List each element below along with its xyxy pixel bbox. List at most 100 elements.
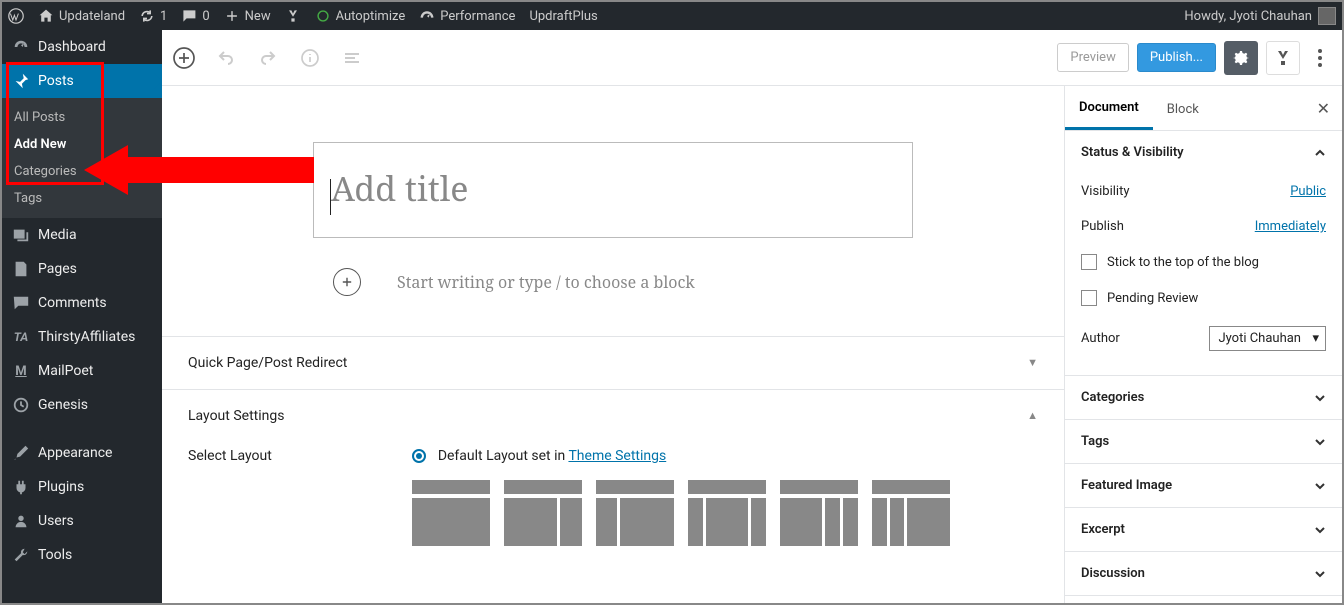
status-visibility-toggle[interactable]: Status & Visibility [1065,131,1342,174]
layout-option-1[interactable] [412,480,490,546]
site-name-label: Updateland [59,9,125,24]
submenu-tags[interactable]: Tags [2,185,162,212]
tags-toggle[interactable]: Tags [1065,420,1342,463]
tools-label: Tools [38,547,72,563]
author-select[interactable]: Jyoti Chauhan ▾ [1209,326,1326,351]
layout-option-6[interactable] [872,480,950,546]
account-link[interactable]: Howdy, Jyoti Chauhan [1184,7,1336,25]
media-icon [12,226,30,244]
tab-document[interactable]: Document [1065,86,1153,130]
sidebar-item-users[interactable]: Users [2,504,162,538]
panel-redirect-toggle[interactable]: Quick Page/Post Redirect ▼ [188,337,1038,389]
theme-settings-link[interactable]: Theme Settings [568,448,666,464]
circle-icon [315,8,331,24]
sidebar-item-thirsty[interactable]: TAThirstyAffiliates [2,320,162,354]
layout-option-2[interactable] [504,480,582,546]
sidebar-item-genesis[interactable]: Genesis [2,388,162,422]
stick-label: Stick to the top of the blog [1107,255,1259,270]
redo-button[interactable] [256,46,280,70]
block-prompt-text[interactable]: Start writing or type / to choose a bloc… [397,271,695,293]
wp-logo[interactable] [8,8,24,24]
comments-link[interactable]: 0 [181,8,209,24]
panel-layout-title: Layout Settings [188,408,284,424]
chevron-down-icon [1314,480,1326,492]
discussion-toggle[interactable]: Discussion [1065,552,1342,595]
chevron-up-icon: ▲ [1027,409,1038,422]
comment-icon [181,8,197,24]
new-content-link[interactable]: New [224,8,271,24]
admin-sidebar: Dashboard Posts All Posts Add New Catego… [2,30,162,603]
stick-checkbox[interactable] [1081,254,1097,270]
sidebar-item-mailpoet[interactable]: M MailPoet [2,354,162,388]
sidebar-item-pages[interactable]: Pages [2,252,162,286]
gauge-icon [419,8,435,24]
default-layout-text: Default Layout set in Theme Settings [438,448,666,464]
sidebar-item-plugins[interactable]: Plugins [2,470,162,504]
sidebar-item-appearance[interactable]: Appearance [2,436,162,470]
chevron-down-icon [1314,568,1326,580]
genesis-icon [12,396,30,414]
panel-redirect-title: Quick Page/Post Redirect [188,355,347,371]
site-name-link[interactable]: Updateland [38,8,125,24]
publish-button[interactable]: Publish... [1137,43,1216,72]
more-options-button[interactable] [1308,41,1332,75]
users-label: Users [38,513,74,529]
outline-button[interactable] [340,46,364,70]
layout-option-3[interactable] [596,480,674,546]
avatar [1318,7,1336,25]
appearance-label: Appearance [38,445,112,461]
chevron-down-icon [1314,392,1326,404]
layout-option-5[interactable] [780,480,858,546]
updraft-link[interactable]: UpdraftPlus [529,9,597,24]
home-icon [38,8,54,24]
undo-button[interactable] [214,46,238,70]
post-title-input[interactable]: Add title [313,142,913,238]
comments-icon [12,294,30,312]
add-block-button[interactable] [172,46,196,70]
dashboard-label: Dashboard [38,39,106,55]
submenu-categories[interactable]: Categories [2,158,162,185]
excerpt-toggle[interactable]: Excerpt [1065,508,1342,551]
submenu-all-posts[interactable]: All Posts [2,104,162,131]
yoast-panel-button[interactable] [1266,41,1300,75]
updates-link[interactable]: 1 [139,8,167,24]
thirsty-icon: TA [12,328,30,346]
layout-radio-default[interactable] [412,449,426,463]
inline-add-block-button[interactable] [333,268,361,296]
performance-link[interactable]: Performance [419,8,515,24]
tab-block[interactable]: Block [1153,88,1213,129]
visibility-value-link[interactable]: Public [1290,184,1326,199]
new-label: New [245,9,271,24]
mailpoet-icon: M [12,362,30,380]
autoptimize-link[interactable]: Autoptimize [315,8,406,24]
howdy-text: Howdy, Jyoti Chauhan [1184,9,1312,24]
users-icon [12,512,30,530]
editor-canvas[interactable]: Add title Start writing or type / to cho… [162,86,1064,603]
sidebar-item-media[interactable]: Media [2,218,162,252]
yoast-icon [285,8,301,24]
tools-icon [12,546,30,564]
featured-image-toggle[interactable]: Featured Image [1065,464,1342,507]
yoast-link[interactable] [285,8,301,24]
sidebar-item-dashboard[interactable]: Dashboard [2,30,162,64]
chevron-down-icon: ▼ [1027,356,1038,369]
sidebar-item-tools[interactable]: Tools [2,538,162,572]
settings-toggle-button[interactable] [1224,41,1258,75]
categories-toggle[interactable]: Categories [1065,376,1342,419]
sidebar-item-posts[interactable]: Posts [2,64,162,98]
sidebar-item-comments[interactable]: Comments [2,286,162,320]
mailpoet-label: MailPoet [38,363,93,379]
pending-checkbox[interactable] [1081,290,1097,306]
preview-button[interactable]: Preview [1057,43,1128,72]
editor: Preview Publish... Add title Start writi… [162,30,1342,603]
panel-layout-toggle[interactable]: Layout Settings ▲ [188,390,1038,442]
layout-option-4[interactable] [688,480,766,546]
info-button[interactable] [298,46,322,70]
featured-image-title: Featured Image [1081,478,1172,493]
title-placeholder: Add title [331,165,468,211]
submenu-add-new[interactable]: Add New [2,131,162,158]
publish-value-link[interactable]: Immediately [1255,219,1326,234]
close-settings-button[interactable]: ✕ [1305,99,1342,118]
posts-label: Posts [38,73,74,89]
plus-icon [224,8,240,24]
